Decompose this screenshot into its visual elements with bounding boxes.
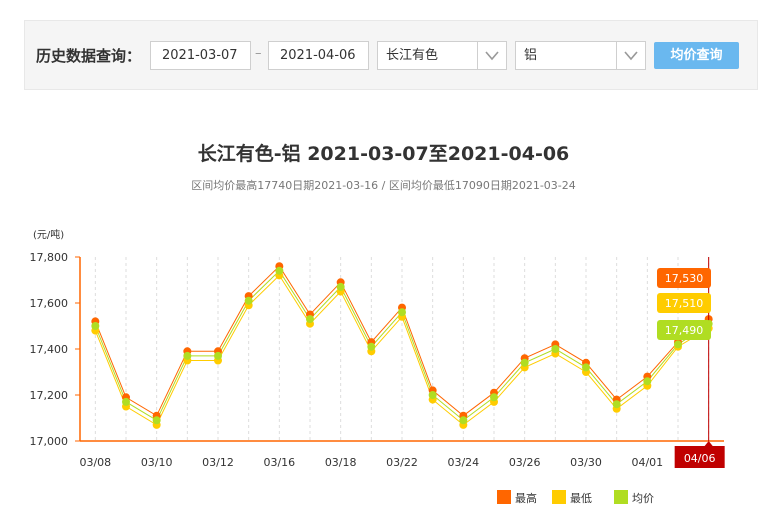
- y-tick-label: 17,200: [30, 389, 69, 402]
- data-point: [490, 393, 498, 402]
- data-point: [244, 296, 253, 305]
- x-tick-label: 03/30: [570, 456, 602, 469]
- data-point: [551, 345, 560, 353]
- x-tick-label: 04/01: [631, 456, 663, 469]
- data-point: [674, 340, 682, 349]
- y-tick-label: 17,400: [30, 343, 69, 356]
- data-point: [336, 282, 345, 291]
- data-point: [183, 351, 192, 360]
- data-point: [643, 377, 652, 386]
- x-tick-label: 03/26: [509, 456, 541, 469]
- legend-swatch: [614, 490, 628, 504]
- value-tooltip-label: 17,510: [665, 297, 704, 310]
- x-tick-label: 03/08: [79, 456, 111, 469]
- data-point: [122, 397, 130, 406]
- legend-label: 最低: [570, 492, 592, 505]
- y-tick-label: 17,600: [30, 297, 69, 310]
- data-point: [214, 351, 222, 360]
- data-point: [428, 391, 437, 399]
- data-point: [459, 416, 468, 425]
- value-tooltip-label: 17,490: [665, 324, 704, 337]
- data-point: [582, 363, 590, 372]
- price-line-chart: (元/吨) 17,000 17,200 17,400 17,600 17,800 03/08…: [30, 228, 725, 505]
- legend-label: 均价: [632, 492, 654, 505]
- x-tick-label: 03/24: [447, 456, 479, 469]
- x-tick-label: 03/12: [202, 456, 234, 469]
- x-tick-label: 03/16: [263, 456, 295, 469]
- data-point: [275, 266, 284, 275]
- legend-label: 最高: [515, 491, 537, 505]
- x-tick-label: 03/18: [325, 456, 357, 469]
- y-axis-unit-label: (元/吨): [33, 228, 64, 241]
- data-point: [152, 416, 161, 425]
- legend-swatch: [552, 490, 566, 504]
- y-tick-label: 17,000: [30, 435, 69, 448]
- data-point: [91, 322, 100, 330]
- x-tick-label: 03/10: [141, 456, 173, 469]
- value-tooltip-label: 17,530: [665, 272, 704, 285]
- highlight-x-label: 04/06: [684, 452, 716, 465]
- data-point: [306, 315, 314, 324]
- data-point: [612, 400, 621, 409]
- data-point: [367, 342, 376, 351]
- x-tick-label: 03/22: [386, 456, 418, 469]
- data-point: [398, 308, 406, 317]
- legend-swatch: [497, 490, 511, 504]
- y-tick-label: 17,800: [30, 251, 69, 264]
- data-point: [520, 358, 529, 367]
